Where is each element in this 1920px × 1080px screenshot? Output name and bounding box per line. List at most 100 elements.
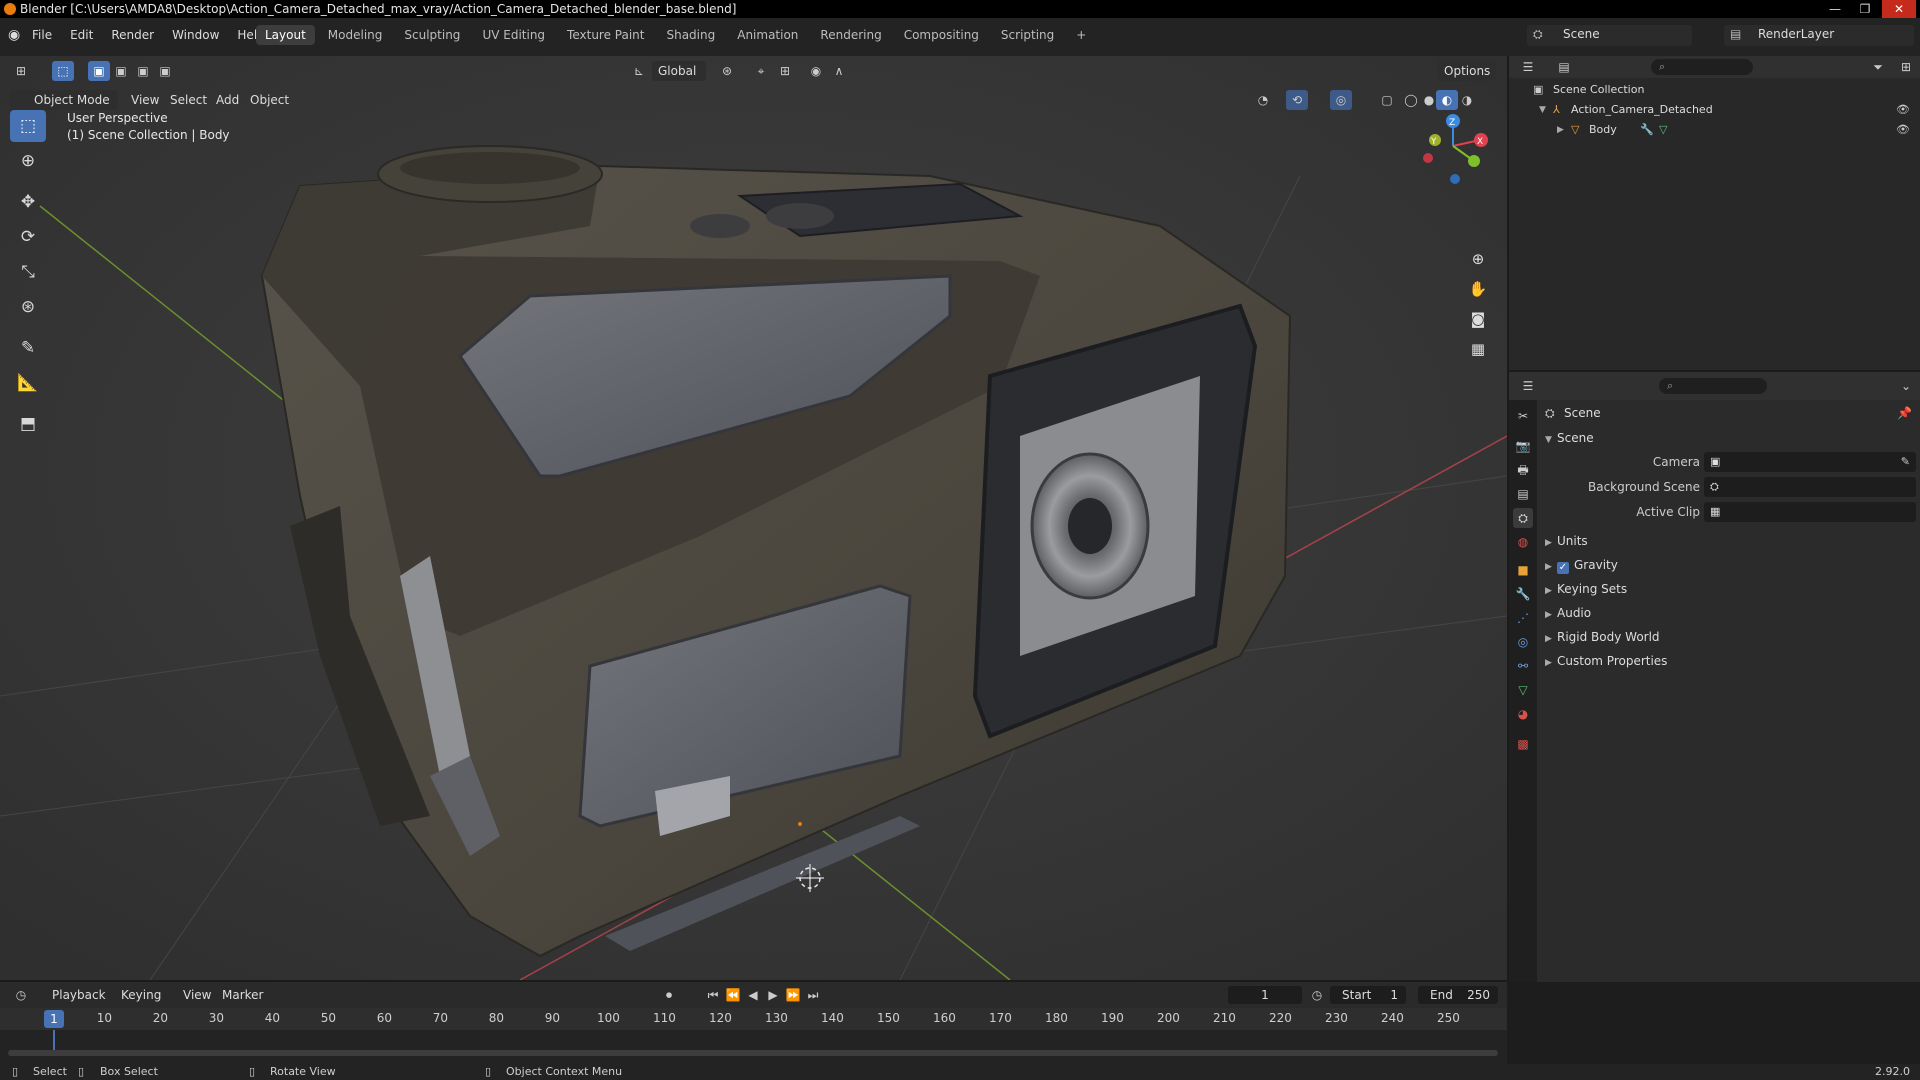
menu-edit[interactable]: Edit xyxy=(70,27,93,43)
outliner-row-scene-collection[interactable]: ▣ Scene Collection xyxy=(1509,80,1920,100)
tab-texture-paint[interactable]: Texture Paint xyxy=(558,25,653,45)
physics-tab-icon[interactable]: ◎ xyxy=(1513,632,1533,652)
select-mode-icon[interactable]: ⬚ xyxy=(52,61,74,81)
snap-target-icon[interactable]: ⊞ xyxy=(774,61,796,81)
gravity-checkbox[interactable]: ✓ xyxy=(1557,562,1569,574)
view-layer-selector[interactable]: ▤ RenderLayer xyxy=(1724,25,1914,46)
playhead-line[interactable] xyxy=(53,1030,55,1050)
rotate-tool-icon[interactable]: ⟳ xyxy=(10,221,46,253)
transform-tool-icon[interactable]: ⊛ xyxy=(10,291,46,323)
orthographic-grid-icon[interactable]: ▦ xyxy=(1465,336,1491,362)
modifier-wrench-icon[interactable]: 🔧 xyxy=(1640,120,1654,140)
3d-viewport[interactable]: Z X Y ⊞ ⬚ ▣ ▣ ▣ ▣ ⊾ Global ⊛ ⌖ ⊞ ◉ ∧ Opt… xyxy=(0,56,1507,980)
properties-options-icon[interactable]: ⌄ xyxy=(1895,376,1917,396)
pivot-point-icon[interactable]: ⊛ xyxy=(716,61,738,81)
output-tab-icon[interactable]: 🖶 xyxy=(1513,460,1533,480)
cursor-tool-icon[interactable]: ⊕ xyxy=(10,145,46,177)
outliner-row-action-camera[interactable]: ▼ ⅄ Action_Camera_Detached 👁 xyxy=(1509,100,1920,120)
menu-file[interactable]: File xyxy=(32,27,52,43)
menu-object[interactable]: Object xyxy=(250,90,289,110)
start-frame-field[interactable]: Start 1 xyxy=(1330,986,1406,1004)
scene-selector[interactable]: ⛭ Scene xyxy=(1527,25,1692,46)
proportional-edit-icon[interactable]: ◉ xyxy=(805,61,827,81)
select-box-tool-icon[interactable]: ⬚ xyxy=(10,110,46,142)
add-workspace-button[interactable]: + xyxy=(1067,25,1095,45)
scale-tool-icon[interactable]: ⤡ xyxy=(10,256,46,288)
properties-editor-type-icon[interactable]: ☰ xyxy=(1517,376,1539,396)
properties-search-input[interactable]: ⌕ xyxy=(1659,378,1767,394)
maximize-button[interactable]: ❐ xyxy=(1852,0,1878,18)
filter-icon[interactable]: ⏷ xyxy=(1867,57,1889,77)
prev-keyframe-icon[interactable]: ⏪ xyxy=(722,985,744,1005)
menu-window[interactable]: Window xyxy=(172,27,219,43)
visibility-filter-icon[interactable]: ◔ xyxy=(1252,90,1274,110)
mesh-data-icon[interactable]: ▽ xyxy=(1659,120,1667,140)
menu-view[interactable]: View xyxy=(183,985,211,1005)
constraints-tab-icon[interactable]: ⚯ xyxy=(1513,656,1533,676)
annotate-tool-icon[interactable]: ✎ xyxy=(10,332,46,364)
tab-uv-editing[interactable]: UV Editing xyxy=(473,25,554,45)
tool-tab-icon[interactable]: ✂ xyxy=(1513,406,1533,426)
gravity-subpanel[interactable]: ▶ ✓ Gravity xyxy=(1537,554,1920,576)
pin-icon[interactable]: 📌 xyxy=(1897,402,1912,424)
keying-sets-subpanel[interactable]: ▶ Keying Sets xyxy=(1537,578,1920,600)
select-new-icon[interactable]: ▣ xyxy=(88,61,110,81)
timeline-editor-type-icon[interactable]: ◷ xyxy=(10,985,32,1005)
new-collection-icon[interactable]: ⊞ xyxy=(1895,57,1917,77)
background-scene-field[interactable]: ⛭ xyxy=(1704,477,1916,497)
snap-icon[interactable]: ⌖ xyxy=(750,61,772,81)
units-subpanel[interactable]: ▶ Units xyxy=(1537,530,1920,552)
move-tool-icon[interactable]: ✥ xyxy=(10,186,46,218)
tab-rendering[interactable]: Rendering xyxy=(811,25,890,45)
world-tab-icon[interactable]: ◍ xyxy=(1513,532,1533,552)
visibility-eye-icon[interactable]: 👁 xyxy=(1896,100,1910,120)
zoom-icon[interactable]: ⊕ xyxy=(1465,246,1491,272)
menu-marker[interactable]: Marker xyxy=(222,985,263,1005)
timeline-scrollbar[interactable] xyxy=(8,1050,1498,1056)
play-reverse-icon[interactable]: ◀ xyxy=(742,985,764,1005)
menu-add[interactable]: Add xyxy=(216,90,239,110)
material-shading-icon[interactable]: ◐ xyxy=(1436,90,1458,110)
outliner-search-input[interactable]: ⌕ xyxy=(1651,59,1753,75)
camera-view-icon[interactable]: ◙ xyxy=(1465,306,1491,332)
overlay-toggle-icon[interactable]: ◎ xyxy=(1330,90,1352,110)
pan-hand-icon[interactable]: ✋ xyxy=(1465,276,1491,302)
tab-scripting[interactable]: Scripting xyxy=(992,25,1063,45)
measure-tool-icon[interactable]: 📐 xyxy=(10,367,46,399)
render-tab-icon[interactable]: 📷 xyxy=(1513,436,1533,456)
active-clip-field[interactable]: ▦ xyxy=(1704,502,1916,522)
next-keyframe-icon[interactable]: ⏩ xyxy=(782,985,804,1005)
xray-toggle-icon[interactable]: ▢ xyxy=(1376,90,1398,110)
camera-field[interactable]: ▣ ✎ xyxy=(1704,452,1916,472)
menu-render[interactable]: Render xyxy=(111,27,154,43)
jump-end-icon[interactable]: ⏭ xyxy=(802,985,824,1005)
close-button[interactable]: ✕ xyxy=(1882,0,1916,18)
visibility-eye-icon[interactable]: 👁 xyxy=(1896,120,1910,140)
menu-playback[interactable]: Playback xyxy=(52,985,106,1005)
editor-type-icon[interactable]: ⊞ xyxy=(10,61,32,81)
menu-view[interactable]: View xyxy=(131,90,159,110)
data-tab-icon[interactable]: ▽ xyxy=(1513,680,1533,700)
proportional-falloff-icon[interactable]: ∧ xyxy=(828,61,850,81)
record-keyframe-icon[interactable]: ⏺ xyxy=(658,985,680,1005)
expand-arrow-icon[interactable]: ▼ xyxy=(1539,100,1546,120)
outliner-editor-type-icon[interactable]: ☰ xyxy=(1517,57,1539,77)
particles-tab-icon[interactable]: ⋰ xyxy=(1513,608,1533,628)
tab-animation[interactable]: Animation xyxy=(728,25,807,45)
rendered-shading-icon[interactable]: ◑ xyxy=(1456,90,1478,110)
tab-layout[interactable]: Layout xyxy=(256,25,315,45)
timeline-ruler[interactable]: 1 10 20 30 40 50 60 70 80 90 100 110 120 130 140 150 160… xyxy=(0,1008,1507,1030)
add-cube-tool-icon[interactable]: ⬒ xyxy=(10,408,46,440)
eyedropper-icon[interactable]: ✎ xyxy=(1901,452,1910,472)
mode-dropdown[interactable]: Object Mode xyxy=(10,90,118,110)
modifiers-tab-icon[interactable]: 🔧 xyxy=(1513,584,1533,604)
select-intersect-icon[interactable]: ▣ xyxy=(154,61,176,81)
options-dropdown[interactable]: Options xyxy=(1438,61,1497,81)
menu-select[interactable]: Select xyxy=(170,90,207,110)
minimize-button[interactable]: — xyxy=(1822,0,1848,18)
view-layer-tab-icon[interactable]: ▤ xyxy=(1513,484,1533,504)
outliner-row-body[interactable]: ▶ ▽ Body 🔧 ▽ 👁 xyxy=(1509,120,1920,140)
play-icon[interactable]: ▶ xyxy=(762,985,784,1005)
jump-start-icon[interactable]: ⏮ xyxy=(702,985,724,1005)
end-frame-field[interactable]: End 250 xyxy=(1418,986,1498,1004)
